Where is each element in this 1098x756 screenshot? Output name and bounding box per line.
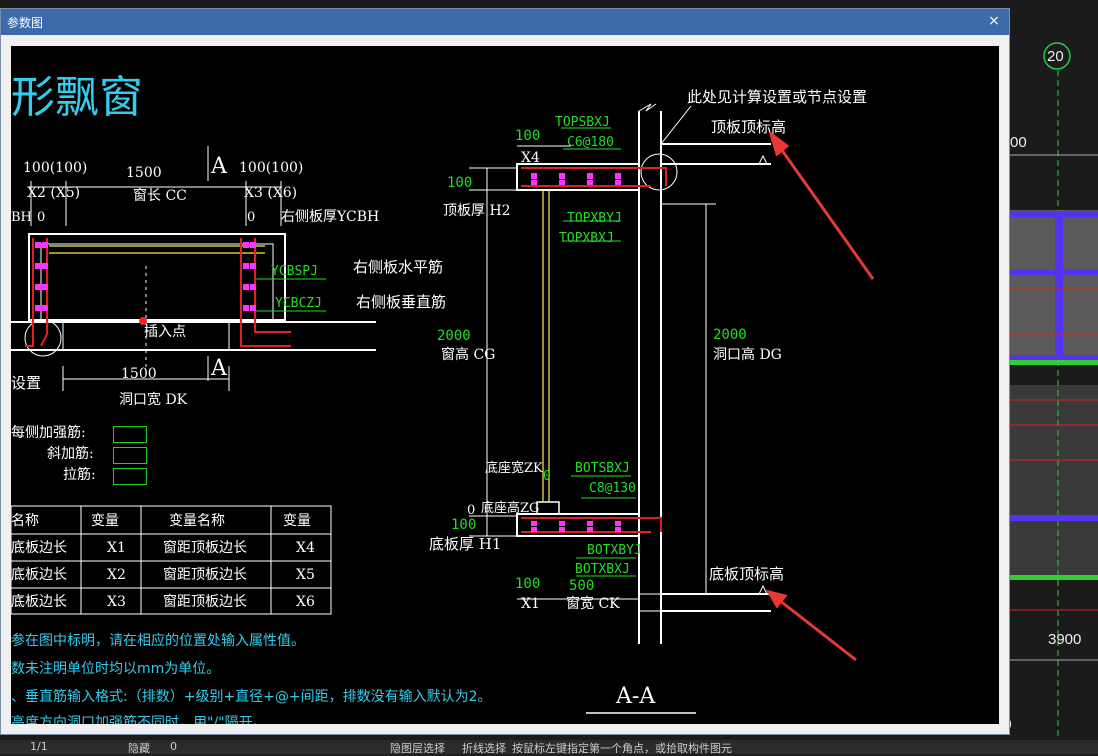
x4-label: X4 [521, 150, 540, 166]
dg-dimension-value: 2000 [713, 327, 747, 343]
ycbspj-label: 右侧板水平筋 [353, 258, 444, 276]
setting-label: 设置 [11, 374, 42, 392]
bottom-thickness-value: 100 [451, 517, 477, 533]
each-side-rebar-input[interactable] [113, 426, 147, 443]
zero-left: 0 [37, 210, 46, 225]
botxbxj-code: BOTXBXJ [575, 562, 630, 577]
top-elevation-label: 顶板顶标高 [711, 118, 787, 136]
dk-label: 洞口宽 DK [119, 392, 188, 408]
table-cell: X2 [107, 567, 126, 583]
x1-dimension-value: 100 [515, 576, 541, 592]
cc-dimension-value: 1500 [126, 165, 162, 181]
section-mark-bottom: A [211, 356, 227, 381]
section-mark-top: A [211, 154, 227, 179]
botsbxj-code: BOTSBXJ [575, 461, 630, 476]
note-line: 参在图中标明，请在相应的位置处输入属性值。 [11, 633, 305, 649]
tie-rebar-label: 拉筋: [63, 467, 96, 483]
topxbxj-code: TOPXBXJ [559, 231, 614, 246]
table-header: 变量 [283, 513, 311, 529]
cg-dimension-value: 2000 [437, 328, 471, 344]
ycbczj-label: 右侧板垂直筋 [356, 293, 447, 311]
table-cell: X3 [107, 594, 126, 610]
dimension-text: 00 [1010, 134, 1027, 151]
calc-setting-note: 此处见计算设置或节点设置 [687, 88, 868, 106]
ycbh-partial-label: BH [11, 210, 32, 225]
zg-zero: 0 [467, 503, 476, 518]
zk-zero: 0 [543, 469, 551, 484]
c6-rebar-spec: C6@180 [567, 135, 614, 150]
table-cell: 底板边长 [11, 594, 67, 610]
zg-label: 底座高ZG [481, 501, 540, 516]
c8-rebar-spec: C8@130 [589, 481, 636, 496]
h1-label: 底板厚 H1 [429, 535, 502, 553]
botxbyj-code: BOTXBYJ [587, 543, 642, 558]
diagonal-rebar-label: 斜加筋: [47, 446, 94, 462]
dimension-text: 3900 [1048, 631, 1082, 648]
dialog-title: 参数图 [7, 16, 44, 30]
x1-label: X1 [521, 596, 540, 612]
ycbczj-code: YCBCZJ [275, 296, 322, 311]
status-item: 1/1 [30, 740, 48, 753]
ck-label: 窗宽 CK [566, 596, 620, 612]
cc-label: 窗长 CC [133, 188, 187, 204]
table-cell: X1 [107, 540, 126, 556]
note-line: 、垂直筋输入格式:（排数）+级别+直径+@+间距，排数没有输入默认为2。 [11, 689, 492, 705]
x3-label: X3 (X6) [244, 185, 298, 201]
top-thickness-value: 100 [447, 175, 473, 191]
x2-label: X2 (X5) [27, 185, 81, 201]
section-title: A-A [616, 684, 656, 709]
x3-dimension-value: 100(100) [239, 160, 304, 176]
status-item: 0 [170, 740, 177, 753]
table-cell: 窗距顶板边长 [163, 567, 247, 583]
table-cell: 窗距顶板边长 [163, 594, 247, 610]
close-button[interactable]: × [983, 10, 1005, 32]
cg-label: 窗高 CG [441, 347, 496, 363]
h2-label: 顶板厚 H2 [443, 203, 511, 219]
table-cell: 窗距顶板边长 [163, 540, 247, 556]
drawing-heading: 形飘窗 [11, 72, 143, 123]
bottom-elevation-label: 底板顶标高 [709, 565, 785, 583]
grid-axis-label: 20 [1047, 48, 1064, 65]
table-cell: X6 [296, 594, 315, 610]
dk-dimension-value: 1500 [121, 366, 157, 382]
x4-dimension-value: 100 [515, 128, 541, 144]
table-cell: 底板边长 [11, 567, 67, 583]
topsbxj-code: TOPSBXJ [555, 115, 610, 130]
x2-dimension-value: 100(100) [23, 160, 88, 176]
parameter-diagram-dialog: 参数图 × 形飘窗 100(100) X2 (X5) 1500 窗长 CC 10… [0, 8, 1010, 735]
note-line: 高度方向洞口加强筋不同时，用"/"隔开。 [11, 715, 267, 724]
zk-label: 底座宽ZK [485, 461, 543, 476]
zero-right: 0 [247, 210, 256, 225]
dialog-titlebar[interactable]: 参数图 × [1, 9, 1009, 35]
ck-dimension-value: 500 [569, 578, 595, 594]
diagram-canvas: 形飘窗 100(100) X2 (X5) 1500 窗长 CC 100(100)… [11, 46, 999, 724]
table-cell: X5 [296, 567, 315, 583]
dg-label: 洞口高 DG [713, 347, 782, 363]
status-bar: 1/1 隐藏 0 隐图层选择 折线选择 按鼠标左键指定第一个角点，或拾取构件图元 [0, 740, 1098, 755]
topxbyj-code: TOPXBYJ [567, 211, 622, 226]
table-header: 变量名称 [169, 513, 225, 529]
each-side-rebar-label: 每侧加强筋: [11, 425, 86, 441]
tie-rebar-input[interactable] [113, 468, 147, 485]
ycbh-label: 右侧板厚YCBH [281, 209, 380, 225]
table-cell: X4 [296, 540, 315, 556]
ycbspj-code: YCBSPJ [271, 264, 318, 279]
diagonal-rebar-input[interactable] [113, 447, 147, 464]
note-line: 数未注明单位时均以mm为单位。 [11, 661, 221, 677]
bay-window-drawing [11, 103, 875, 714]
table-header: 变量 [91, 513, 119, 529]
table-header: 名称 [11, 513, 39, 529]
table-cell: 底板边长 [11, 540, 67, 556]
insert-point-label: 插入点 [144, 324, 186, 340]
